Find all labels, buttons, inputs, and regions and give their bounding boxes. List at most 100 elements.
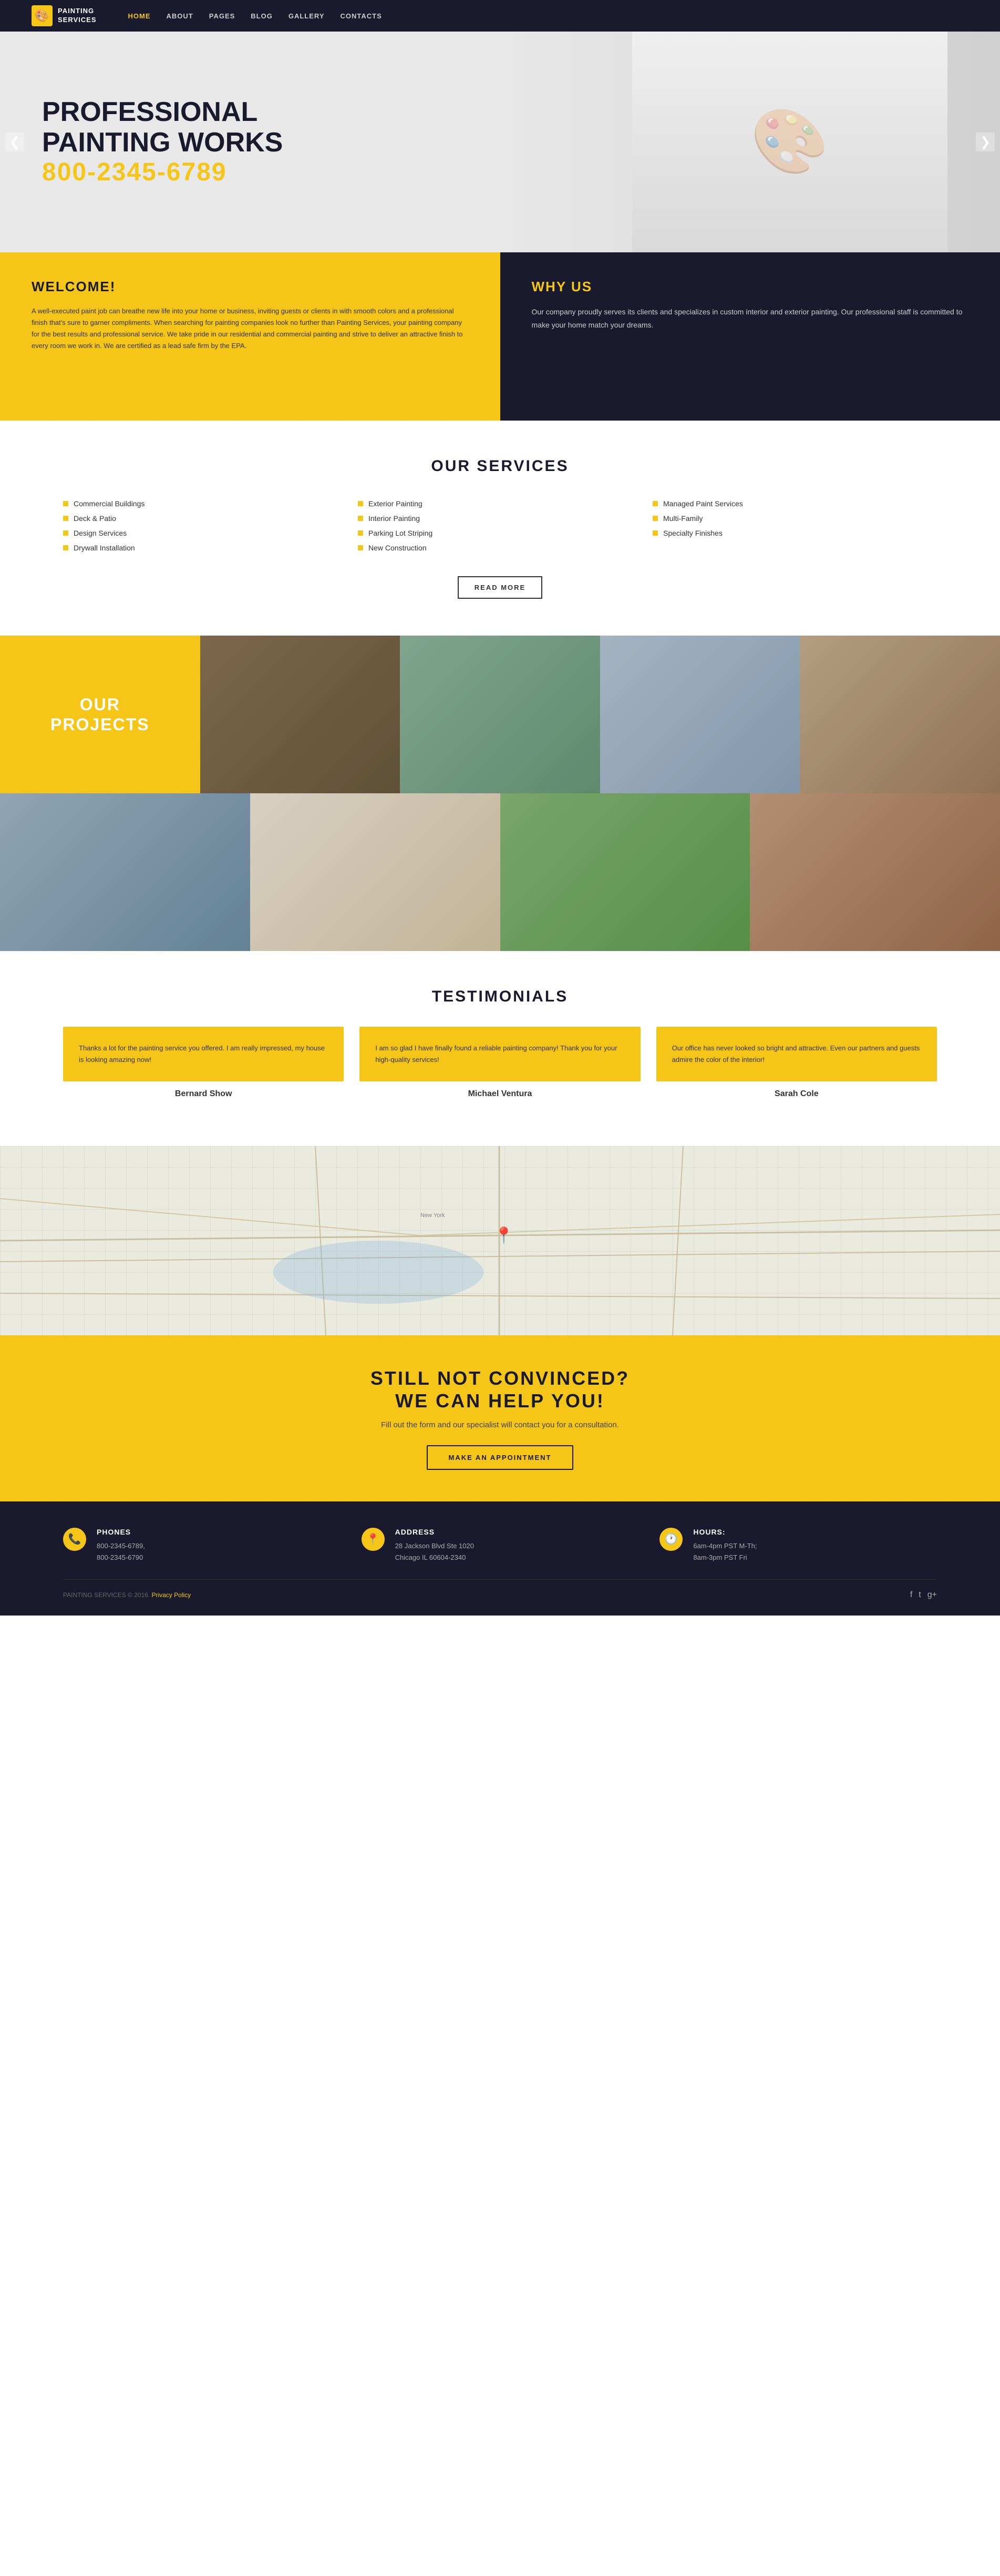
list-item: Specialty Finishes <box>653 526 937 540</box>
footer-copyright: PAINTING SERVICES © 2016. Privacy Policy <box>63 1591 191 1599</box>
hero-title: PROFESSIONAL PAINTING WORKS <box>42 97 283 157</box>
footer-contacts: 📞 Phones 800-2345-6789, 800-2345-6790 📍 … <box>63 1528 937 1563</box>
project-image-5[interactable] <box>0 793 250 951</box>
nav-about[interactable]: ABOUT <box>167 10 193 22</box>
logo-icon: 🎨 <box>32 5 53 26</box>
appointment-button[interactable]: MAKE AN APPOINTMENT <box>427 1445 574 1470</box>
googleplus-icon[interactable]: g+ <box>927 1590 937 1600</box>
footer-phones: 📞 Phones 800-2345-6789, 800-2345-6790 <box>63 1528 341 1563</box>
why-us-title: WHY US <box>532 279 969 295</box>
testimonial-item-1: Thanks a lot for the painting service yo… <box>63 1027 344 1099</box>
footer-phones-title: Phones <box>97 1528 145 1536</box>
footer-phones-lines: 800-2345-6789, 800-2345-6790 <box>97 1540 145 1563</box>
testimonial-card-1: Thanks a lot for the painting service yo… <box>63 1027 344 1081</box>
welcome-body: A well-executed paint job can breathe ne… <box>32 305 469 352</box>
bullet-icon <box>63 501 68 506</box>
main-nav: HOME ABOUT PAGES BLOG GALLERY CONTACTS <box>128 10 382 22</box>
clock-icon: 🕐 <box>659 1528 683 1551</box>
list-item: New Construction <box>358 540 642 555</box>
facebook-icon[interactable]: f <box>910 1590 912 1600</box>
twitter-icon[interactable]: t <box>919 1590 921 1600</box>
hero-content: PROFESSIONAL PAINTING WORKS 800-2345-678… <box>0 97 325 186</box>
services-grid: Commercial Buildings Deck & Patio Design… <box>63 496 937 555</box>
why-us-panel: WHY US Our company proudly serves its cl… <box>500 252 1000 421</box>
projects-section: OUR PROJECTS <box>0 636 1000 951</box>
nav-blog[interactable]: BLOG <box>251 10 273 22</box>
nav-contacts[interactable]: CONTACTS <box>341 10 382 22</box>
svg-text:📍: 📍 <box>494 1226 513 1244</box>
project-image-1[interactable] <box>200 636 400 793</box>
testimonial-name-1: Bernard Show <box>63 1089 344 1099</box>
testimonial-item-3: Our office has never looked so bright an… <box>656 1027 937 1099</box>
phone-icon: 📞 <box>63 1528 86 1551</box>
footer-address: 📍 Address 28 Jackson Blvd Ste 1020 Chica… <box>362 1528 639 1563</box>
footer-bottom: PAINTING SERVICES © 2016. Privacy Policy… <box>63 1579 937 1600</box>
social-icons: f t g+ <box>910 1590 937 1600</box>
bullet-icon <box>358 530 363 536</box>
bullet-icon <box>653 530 658 536</box>
project-image-8[interactable] <box>750 793 1000 951</box>
testimonial-card-3: Our office has never looked so bright an… <box>656 1027 937 1081</box>
testimonials-section: TESTIMONIALS Thanks a lot for the painti… <box>0 951 1000 1146</box>
services-col-3: Managed Paint Services Multi-Family Spec… <box>653 496 937 555</box>
why-us-body: Our company proudly serves its clients a… <box>532 305 969 332</box>
welcome-section: WELCOME! A well-executed paint job can b… <box>0 252 1000 421</box>
footer-address-lines: 28 Jackson Blvd Ste 1020 Chicago IL 6060… <box>395 1540 474 1563</box>
bullet-icon <box>358 516 363 521</box>
list-item: Parking Lot Striping <box>358 526 642 540</box>
footer-address-title: Address <box>395 1528 474 1536</box>
privacy-link[interactable]: Privacy Policy <box>151 1591 191 1599</box>
project-image-4[interactable] <box>800 636 1000 793</box>
logo: 🎨 PAINTING SERVICES <box>32 5 97 26</box>
project-image-3[interactable] <box>600 636 800 793</box>
hero-prev-button[interactable]: ❮ <box>5 132 24 151</box>
footer-hours: 🕐 Hours: 6am-4pm PST M-Th; 8am-3pm PST F… <box>659 1528 937 1563</box>
project-image-6[interactable] <box>250 793 500 951</box>
nav-gallery[interactable]: GALLERY <box>288 10 325 22</box>
testimonial-text-3: Our office has never looked so bright an… <box>672 1042 921 1066</box>
list-item: Exterior Painting <box>358 496 642 511</box>
list-item: Managed Paint Services <box>653 496 937 511</box>
project-image-2[interactable] <box>400 636 600 793</box>
testimonial-name-3: Sarah Cole <box>656 1089 937 1099</box>
address-icon: 📍 <box>362 1528 385 1551</box>
projects-label: OUR PROJECTS <box>0 636 200 793</box>
bullet-icon <box>653 501 658 506</box>
bullet-icon <box>63 545 68 550</box>
testimonials-title: TESTIMONIALS <box>63 988 937 1006</box>
project-image-7[interactable] <box>500 793 750 951</box>
bullet-icon <box>358 501 363 506</box>
cta-section: STILL NOT CONVINCED? WE CAN HELP YOU! Fi… <box>0 1335 1000 1501</box>
list-item: Commercial Buildings <box>63 496 347 511</box>
bullet-icon <box>358 545 363 550</box>
testimonial-text-2: I am so glad I have finally found a reli… <box>375 1042 624 1066</box>
testimonials-grid: Thanks a lot for the painting service yo… <box>63 1027 937 1099</box>
cta-title: STILL NOT CONVINCED? WE CAN HELP YOU! <box>63 1367 937 1412</box>
services-col-2: Exterior Painting Interior Painting Park… <box>358 496 642 555</box>
services-col-1: Commercial Buildings Deck & Patio Design… <box>63 496 347 555</box>
bullet-icon <box>63 516 68 521</box>
nav-home[interactable]: HOME <box>128 10 151 22</box>
testimonial-card-2: I am so glad I have finally found a reli… <box>359 1027 640 1081</box>
footer-hours-lines: 6am-4pm PST M-Th; 8am-3pm PST Fri <box>693 1540 757 1563</box>
bullet-icon <box>653 516 658 521</box>
welcome-panel: WELCOME! A well-executed paint job can b… <box>0 252 500 421</box>
hero-phone: 800-2345-6789 <box>42 158 283 187</box>
list-item: Drywall Installation <box>63 540 347 555</box>
list-item: Multi-Family <box>653 511 937 526</box>
nav-pages[interactable]: PAGES <box>209 10 235 22</box>
list-item: Deck & Patio <box>63 511 347 526</box>
bullet-icon <box>63 530 68 536</box>
footer: 📞 Phones 800-2345-6789, 800-2345-6790 📍 … <box>0 1501 1000 1616</box>
list-item: Design Services <box>63 526 347 540</box>
hero-next-button[interactable]: ❯ <box>976 132 995 151</box>
testimonial-item-2: I am so glad I have finally found a reli… <box>359 1027 640 1099</box>
header: 🎨 PAINTING SERVICES HOME ABOUT PAGES BLO… <box>0 0 1000 32</box>
projects-bottom-row <box>0 793 1000 951</box>
services-section: OUR SERVICES Commercial Buildings Deck &… <box>0 421 1000 636</box>
read-more-button[interactable]: READ MORE <box>458 576 542 599</box>
logo-text: PAINTING SERVICES <box>58 7 97 25</box>
footer-hours-title: Hours: <box>693 1528 757 1536</box>
list-item: Interior Painting <box>358 511 642 526</box>
cta-body: Fill out the form and our specialist wil… <box>63 1420 937 1429</box>
